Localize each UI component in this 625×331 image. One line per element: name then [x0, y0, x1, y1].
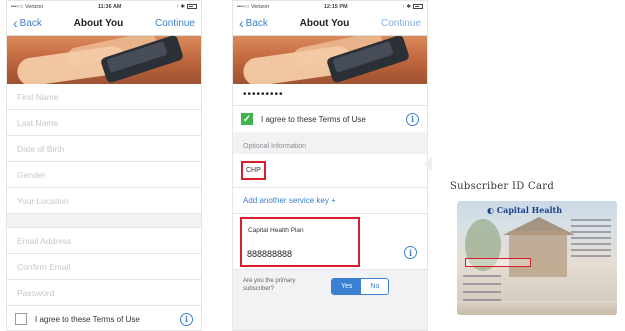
continue-button[interactable]: Continue	[381, 18, 421, 29]
navigation-bar: ‹ Back About You Continue	[233, 12, 427, 36]
plan-number-field-highlighted[interactable]: Capital Health Plan 888888888	[240, 217, 360, 267]
plan-row: Capital Health Plan 888888888 i	[233, 214, 427, 270]
section-gap	[7, 214, 201, 228]
back-button[interactable]: ‹ Back	[239, 14, 268, 31]
status-bar: •••○○ Verizon 12:15 PM ↑ ✱	[233, 1, 427, 12]
subscriber-id-card-image: ◐ Capital Health	[457, 201, 617, 315]
email-field[interactable]: Email Address	[7, 228, 201, 254]
hero-image-hands-phone	[233, 36, 427, 84]
yes-option[interactable]: Yes	[332, 278, 362, 294]
back-button[interactable]: ‹ Back	[13, 14, 42, 31]
capital-health-logo: ◐ Capital Health	[487, 205, 563, 215]
battery-indicator: ↑ ✱	[176, 4, 197, 10]
no-option[interactable]: No	[361, 278, 389, 294]
logo-icon: ◐	[487, 205, 494, 215]
chevron-left-icon: ‹	[239, 14, 244, 31]
info-icon[interactable]: i	[406, 112, 419, 126]
clock: 12:15 PM	[323, 3, 348, 10]
password-field[interactable]: Password	[7, 280, 201, 306]
service-key-row: CHP	[233, 154, 427, 188]
terms-row: ✓ I agree to these Terms of Use i	[233, 106, 427, 132]
primary-subscriber-row: Are you the primary subscriber? Yes No	[233, 270, 427, 302]
carrier-signal: •••○○ Verizon	[11, 3, 44, 10]
navigation-bar: ‹ Back About You Continue	[7, 12, 201, 36]
back-label: Back	[245, 18, 268, 29]
confirm-email-field[interactable]: Confirm Email	[7, 254, 201, 280]
hero-image-hands-phone	[7, 36, 201, 84]
terms-row: I agree to these Terms of Use i	[7, 306, 201, 330]
optional-info-label: Optional Information	[233, 132, 427, 154]
card-title: Subscriber ID Card	[450, 181, 555, 192]
status-bar: •••○○ Verizon 11:36 AM ↑ ✱	[7, 1, 201, 12]
first-name-field[interactable]: First Name	[7, 84, 201, 110]
primary-subscriber-question: Are you the primary subscriber?	[243, 278, 296, 292]
terms-checkbox[interactable]	[15, 313, 27, 325]
id-number-highlight	[465, 258, 531, 267]
info-icon[interactable]: i	[180, 312, 193, 326]
add-service-key-link[interactable]: Add another service key +	[233, 188, 427, 214]
battery-icon	[187, 3, 197, 9]
terms-checkbox-checked[interactable]: ✓	[241, 113, 253, 125]
gender-field[interactable]: Gender	[7, 162, 201, 188]
subscriber-id-card-callout: Subscriber ID Card ◐ Capital Health	[424, 126, 625, 331]
back-label: Back	[19, 18, 42, 29]
phone-screen-about-you-empty: •••○○ Verizon 11:36 AM ↑ ✱ ‹ Back About …	[6, 0, 202, 331]
battery-indicator: ↑ ✱	[402, 4, 423, 10]
clock: 11:36 AM	[97, 3, 122, 10]
plan-name: Capital Health Plan	[248, 227, 304, 234]
last-name-field[interactable]: Last Name	[7, 110, 201, 136]
chevron-left-icon: ‹	[13, 14, 18, 31]
location-field[interactable]: Your Location	[7, 188, 201, 214]
info-icon[interactable]: i	[404, 246, 417, 259]
page-title: About You	[73, 18, 124, 29]
plan-number-value: 888888888	[247, 249, 293, 259]
carrier-signal: •••○○ Verizon	[237, 3, 270, 10]
password-field[interactable]: •••••••••	[233, 84, 427, 106]
yes-no-segmented-control: Yes No	[331, 277, 390, 295]
page-title: About You	[299, 18, 350, 29]
terms-label: I agree to these Terms of Use	[35, 314, 140, 324]
service-key-field-highlighted[interactable]: CHP	[241, 161, 266, 180]
phone-screen-about-you-filled: •••○○ Verizon 12:15 PM ↑ ✱ ‹ Back About …	[232, 0, 428, 331]
terms-label: I agree to these Terms of Use	[261, 114, 366, 124]
continue-button[interactable]: Continue	[155, 18, 195, 29]
date-of-birth-field[interactable]: Date of Birth	[7, 136, 201, 162]
battery-icon	[412, 3, 423, 9]
